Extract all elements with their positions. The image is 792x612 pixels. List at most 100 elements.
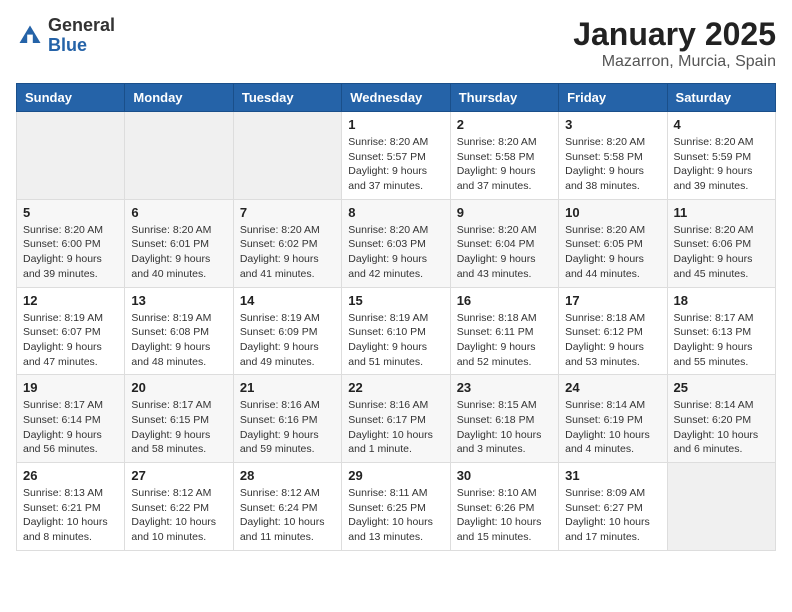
day-info: Sunrise: 8:17 AM Sunset: 6:14 PM Dayligh… <box>23 398 118 457</box>
calendar-cell: 17Sunrise: 8:18 AM Sunset: 6:12 PM Dayli… <box>559 287 667 375</box>
calendar-cell: 30 Sunrise: 8:10 AM Sunset: 6:26 PM Dayli… <box>450 463 558 551</box>
day-number: 3 <box>565 117 660 132</box>
day-info: Sunrise: 8:11 AM Sunset: 6:25 PM Dayligh… <box>348 486 443 545</box>
day-number: 23 <box>457 380 552 395</box>
day-number: 29 <box>348 468 443 483</box>
logo: General Blue <box>16 16 115 56</box>
day-number: 9 <box>457 205 552 220</box>
day-info: Sunrise: 8:13 AM Sunset: 6:21 PM Dayligh… <box>23 486 118 545</box>
day-info: Sunrise: 8:16 AM Sunset: 6:17 PM Dayligh… <box>348 398 443 457</box>
day-number: 7 <box>240 205 335 220</box>
day-number: 27 <box>131 468 226 483</box>
day-number: 28 <box>240 468 335 483</box>
day-info: Sunrise: 8:17 AM Sunset: 6:13 PM Dayligh… <box>674 311 769 370</box>
page-header: General Blue January 2025 Mazarron, Murc… <box>16 16 776 71</box>
day-info: Sunrise: 8:19 AM Sunset: 6:09 PM Dayligh… <box>240 311 335 370</box>
calendar-cell: 3 Sunrise: 8:20 AM Sunset: 5:58 PM Daylig… <box>559 112 667 200</box>
day-info: Sunrise: 8:19 AM Sunset: 6:08 PM Dayligh… <box>131 311 226 370</box>
day-info: Sunrise: 8:20 AM Sunset: 6:05 PM Dayligh… <box>565 223 660 282</box>
day-info: Sunrise: 8:20 AM Sunset: 5:59 PM Dayligh… <box>674 135 769 194</box>
header-saturday: Saturday <box>667 84 775 112</box>
calendar-cell: 8 Sunrise: 8:20 AM Sunset: 6:03 PM Daylig… <box>342 199 450 287</box>
calendar-cell <box>667 463 775 551</box>
day-info: Sunrise: 8:18 AM Sunset: 6:11 PM Dayligh… <box>457 311 552 370</box>
calendar-cell: 11Sunrise: 8:20 AM Sunset: 6:06 PM Dayli… <box>667 199 775 287</box>
day-number: 8 <box>348 205 443 220</box>
calendar-cell: 23 Sunrise: 8:15 AM Sunset: 6:18 PM Dayli… <box>450 375 558 463</box>
logo-icon <box>16 22 44 50</box>
day-number: 16 <box>457 293 552 308</box>
day-number: 13 <box>131 293 226 308</box>
day-info: Sunrise: 8:18 AM Sunset: 6:12 PM Dayligh… <box>565 311 660 370</box>
calendar-cell: 26 Sunrise: 8:13 AM Sunset: 6:21 PM Dayli… <box>17 463 125 551</box>
day-number: 10 <box>565 205 660 220</box>
calendar-cell: 27Sunrise: 8:12 AM Sunset: 6:22 PM Dayli… <box>125 463 233 551</box>
day-number: 26 <box>23 468 118 483</box>
day-number: 12 <box>23 293 118 308</box>
day-number: 2 <box>457 117 552 132</box>
calendar-week-4: 19 Sunrise: 8:17 AM Sunset: 6:14 PM Dayli… <box>17 375 776 463</box>
day-info: Sunrise: 8:09 AM Sunset: 6:27 PM Dayligh… <box>565 486 660 545</box>
calendar-week-5: 26 Sunrise: 8:13 AM Sunset: 6:21 PM Dayli… <box>17 463 776 551</box>
calendar-cell <box>233 112 341 200</box>
day-number: 25 <box>674 380 769 395</box>
day-number: 30 <box>457 468 552 483</box>
calendar-cell: 20 Sunrise: 8:17 AM Sunset: 6:15 PM Dayli… <box>125 375 233 463</box>
day-info: Sunrise: 8:14 AM Sunset: 6:19 PM Dayligh… <box>565 398 660 457</box>
calendar-cell: 19 Sunrise: 8:17 AM Sunset: 6:14 PM Dayli… <box>17 375 125 463</box>
calendar-cell: 24 Sunrise: 8:14 AM Sunset: 6:19 PM Dayli… <box>559 375 667 463</box>
day-info: Sunrise: 8:16 AM Sunset: 6:16 PM Dayligh… <box>240 398 335 457</box>
day-number: 11 <box>674 205 769 220</box>
day-info: Sunrise: 8:20 AM Sunset: 6:04 PM Dayligh… <box>457 223 552 282</box>
header-friday: Friday <box>559 84 667 112</box>
day-info: Sunrise: 8:12 AM Sunset: 6:24 PM Dayligh… <box>240 486 335 545</box>
day-number: 19 <box>23 380 118 395</box>
header-thursday: Thursday <box>450 84 558 112</box>
calendar-cell: 28 Sunrise: 8:12 AM Sunset: 6:24 PM Dayli… <box>233 463 341 551</box>
day-number: 14 <box>240 293 335 308</box>
calendar-week-2: 5Sunrise: 8:20 AM Sunset: 6:00 PM Daylig… <box>17 199 776 287</box>
calendar-cell: 4 Sunrise: 8:20 AM Sunset: 5:59 PM Daylig… <box>667 112 775 200</box>
day-number: 1 <box>348 117 443 132</box>
calendar-cell: 1Sunrise: 8:20 AM Sunset: 5:57 PM Daylig… <box>342 112 450 200</box>
day-info: Sunrise: 8:20 AM Sunset: 6:00 PM Dayligh… <box>23 223 118 282</box>
calendar-cell: 9 Sunrise: 8:20 AM Sunset: 6:04 PM Daylig… <box>450 199 558 287</box>
day-number: 21 <box>240 380 335 395</box>
calendar-cell: 5Sunrise: 8:20 AM Sunset: 6:00 PM Daylig… <box>17 199 125 287</box>
month-title: January 2025 <box>573 16 776 53</box>
calendar-cell: 6 Sunrise: 8:20 AM Sunset: 6:01 PM Daylig… <box>125 199 233 287</box>
day-number: 6 <box>131 205 226 220</box>
header-tuesday: Tuesday <box>233 84 341 112</box>
day-info: Sunrise: 8:19 AM Sunset: 6:10 PM Dayligh… <box>348 311 443 370</box>
day-info: Sunrise: 8:17 AM Sunset: 6:15 PM Dayligh… <box>131 398 226 457</box>
day-info: Sunrise: 8:20 AM Sunset: 5:58 PM Dayligh… <box>457 135 552 194</box>
day-info: Sunrise: 8:15 AM Sunset: 6:18 PM Dayligh… <box>457 398 552 457</box>
calendar-week-1: 1Sunrise: 8:20 AM Sunset: 5:57 PM Daylig… <box>17 112 776 200</box>
day-info: Sunrise: 8:20 AM Sunset: 5:58 PM Dayligh… <box>565 135 660 194</box>
location-title: Mazarron, Murcia, Spain <box>573 53 776 71</box>
day-number: 24 <box>565 380 660 395</box>
calendar-cell: 2 Sunrise: 8:20 AM Sunset: 5:58 PM Daylig… <box>450 112 558 200</box>
day-info: Sunrise: 8:19 AM Sunset: 6:07 PM Dayligh… <box>23 311 118 370</box>
header-monday: Monday <box>125 84 233 112</box>
day-number: 22 <box>348 380 443 395</box>
day-info: Sunrise: 8:20 AM Sunset: 6:03 PM Dayligh… <box>348 223 443 282</box>
header-wednesday: Wednesday <box>342 84 450 112</box>
day-number: 15 <box>348 293 443 308</box>
calendar-table: Sunday Monday Tuesday Wednesday Thursday… <box>16 83 776 551</box>
logo-general: General <box>48 15 115 35</box>
calendar-cell: 12 Sunrise: 8:19 AM Sunset: 6:07 PM Dayli… <box>17 287 125 375</box>
calendar-week-3: 12 Sunrise: 8:19 AM Sunset: 6:07 PM Dayli… <box>17 287 776 375</box>
day-number: 4 <box>674 117 769 132</box>
calendar-cell: 18Sunrise: 8:17 AM Sunset: 6:13 PM Dayli… <box>667 287 775 375</box>
calendar-cell: 14 Sunrise: 8:19 AM Sunset: 6:09 PM Dayli… <box>233 287 341 375</box>
day-info: Sunrise: 8:20 AM Sunset: 6:01 PM Dayligh… <box>131 223 226 282</box>
calendar-cell: 7Sunrise: 8:20 AM Sunset: 6:02 PM Daylig… <box>233 199 341 287</box>
day-number: 20 <box>131 380 226 395</box>
logo-blue: Blue <box>48 35 87 55</box>
calendar-cell: 29 Sunrise: 8:11 AM Sunset: 6:25 PM Dayli… <box>342 463 450 551</box>
day-info: Sunrise: 8:10 AM Sunset: 6:26 PM Dayligh… <box>457 486 552 545</box>
calendar-cell: 25Sunrise: 8:14 AM Sunset: 6:20 PM Dayli… <box>667 375 775 463</box>
calendar-cell: 15 Sunrise: 8:19 AM Sunset: 6:10 PM Dayli… <box>342 287 450 375</box>
calendar-cell: 21 Sunrise: 8:16 AM Sunset: 6:16 PM Dayli… <box>233 375 341 463</box>
